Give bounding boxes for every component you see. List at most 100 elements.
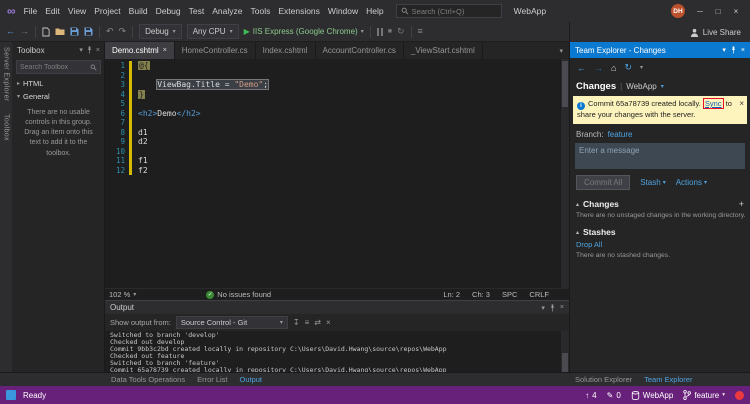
chevron-down-icon[interactable]: ▾ (640, 64, 643, 71)
menu-analyze[interactable]: Analyze (208, 6, 246, 16)
menu-project[interactable]: Project (90, 6, 124, 16)
menu-extensions[interactable]: Extensions (274, 6, 324, 16)
document-tab-strip: Demo.cshtml× HomeController.cs Index.csh… (105, 42, 569, 59)
notification-badge[interactable] (735, 391, 744, 400)
close-icon[interactable]: × (560, 304, 564, 311)
close-icon[interactable]: × (739, 98, 744, 110)
pin-icon[interactable] (549, 304, 556, 312)
document-list-icon[interactable]: ▾ (559, 47, 563, 55)
menu-build[interactable]: Build (125, 6, 152, 16)
word-wrap-icon[interactable]: ≡ (305, 318, 310, 327)
menu-file[interactable]: File (20, 6, 42, 16)
changes-section-header[interactable]: ▴ Changes + (570, 195, 750, 211)
editor-scrollbar[interactable] (560, 59, 569, 288)
drop-all-link[interactable]: Drop All (570, 239, 750, 251)
home-icon[interactable]: ⌂ (611, 63, 616, 73)
solution-config-dropdown[interactable]: Debug▾ (139, 24, 182, 39)
toggle-output-icon[interactable]: ⇄ (314, 318, 321, 327)
menu-tools[interactable]: Tools (246, 6, 274, 16)
tab-homecontroller-cs[interactable]: HomeController.cs (175, 42, 256, 59)
save-icon[interactable] (70, 27, 79, 36)
close-button[interactable]: × (727, 3, 745, 19)
clear-output-icon[interactable]: × (326, 318, 331, 327)
tab-output[interactable]: Output (234, 375, 269, 384)
branch-link[interactable]: feature (608, 130, 633, 139)
sidebar-tab-server-explorer[interactable]: Server Explorer (3, 47, 10, 102)
background-tasks-icon[interactable] (6, 390, 16, 400)
branch-indicator[interactable]: feature ▾ (683, 390, 725, 400)
tab-team-explorer[interactable]: Team Explorer (638, 375, 698, 384)
stashes-section-header[interactable]: ▴ Stashes (570, 223, 750, 239)
menu-window[interactable]: Window (324, 6, 362, 16)
toolbox-search-box[interactable] (16, 60, 101, 74)
quick-search-box[interactable] (396, 4, 502, 18)
close-icon[interactable]: × (163, 47, 167, 54)
sync-link[interactable]: Sync (703, 98, 724, 109)
menu-edit[interactable]: Edit (41, 6, 64, 16)
open-folder-icon[interactable] (55, 27, 65, 36)
toolbox-search-input[interactable] (20, 64, 88, 71)
chevron-down-icon[interactable]: ▾ (722, 46, 726, 54)
output-scrollbar[interactable] (561, 331, 569, 374)
live-share-button[interactable]: Live Share (703, 28, 741, 37)
stash-dropdown[interactable]: Stash▾ (640, 178, 665, 187)
line-ending: CRLF (529, 290, 549, 299)
commit-message-box[interactable]: Enter a message (575, 143, 745, 169)
back-icon[interactable]: ← (577, 63, 586, 73)
start-debugging-button[interactable]: ▶ IIS Express (Google Chrome) ▾ (244, 27, 364, 36)
tab-accountcontroller-cs[interactable]: AccountController.cs (316, 42, 404, 59)
zoom-dropdown[interactable]: 102 %▾ (109, 290, 136, 299)
scrollbar-thumb[interactable] (562, 61, 568, 107)
chevron-down-icon[interactable]: ▾ (661, 83, 664, 90)
pin-icon[interactable] (86, 46, 93, 54)
scroll-to-end-icon[interactable]: ↧ (293, 318, 300, 327)
stop-icon[interactable]: ■ (388, 28, 392, 35)
actions-dropdown[interactable]: Actions▾ (676, 178, 707, 187)
find-in-files-icon[interactable]: ≡ (418, 27, 423, 36)
new-file-icon[interactable] (42, 27, 50, 37)
navigate-back-icon[interactable]: ← (6, 27, 15, 36)
scrollbar-thumb[interactable] (562, 353, 568, 373)
restart-icon[interactable]: ↻ (397, 27, 405, 36)
save-all-icon[interactable] (84, 27, 93, 36)
undo-icon[interactable]: ↶ (106, 27, 114, 36)
output-log[interactable]: Switched to branch 'develop' Checked out… (105, 331, 569, 374)
commit-all-button[interactable]: Commit All (576, 175, 630, 190)
minimize-button[interactable]: ─ (691, 3, 709, 19)
menu-view[interactable]: View (64, 6, 90, 16)
line-number: 1 (105, 61, 127, 71)
document-health-indicator[interactable]: ✓No issues found (206, 290, 271, 299)
repository-indicator[interactable]: WebApp (631, 391, 674, 400)
navigate-forward-icon[interactable]: → (20, 27, 29, 36)
chevron-down-icon[interactable]: ▾ (79, 46, 83, 54)
toolbox-group-html[interactable]: ▸ HTML (13, 77, 104, 90)
break-all-icon[interactable] (377, 28, 383, 36)
tab-data-tools-operations[interactable]: Data Tools Operations (105, 375, 191, 384)
close-icon[interactable]: × (96, 47, 100, 54)
menu-debug[interactable]: Debug (152, 6, 185, 16)
tab-demo-cshtml[interactable]: Demo.cshtml× (105, 42, 175, 59)
menu-help[interactable]: Help (362, 6, 387, 16)
tab-error-list[interactable]: Error List (191, 375, 233, 384)
sidebar-tab-toolbox[interactable]: Toolbox (3, 114, 10, 141)
pin-icon[interactable] (730, 46, 737, 54)
chevron-down-icon[interactable]: ▾ (541, 304, 545, 312)
add-icon[interactable]: + (739, 200, 744, 209)
tab-viewstart-cshtml[interactable]: _ViewStart.cshtml (404, 42, 483, 59)
solution-platform-dropdown[interactable]: Any CPU▾ (187, 24, 239, 39)
outgoing-commits-indicator[interactable]: ↑4 (585, 391, 596, 400)
menu-test[interactable]: Test (185, 6, 209, 16)
pending-edits-indicator[interactable]: ✎0 (607, 391, 621, 400)
maximize-button[interactable]: □ (709, 3, 727, 19)
user-avatar[interactable]: DH (671, 4, 685, 18)
tab-solution-explorer[interactable]: Solution Explorer (569, 375, 638, 384)
output-source-dropdown[interactable]: Source Control - Git▾ (176, 316, 288, 329)
toolbox-group-general[interactable]: ▾ General (13, 90, 104, 103)
search-input[interactable] (412, 7, 497, 16)
refresh-icon[interactable]: ↻ (624, 62, 632, 73)
close-icon[interactable]: × (741, 47, 745, 54)
redo-icon[interactable]: ↷ (119, 27, 127, 36)
tab-index-cshtml[interactable]: Index.cshtml (256, 42, 316, 59)
code-editor[interactable]: 1 @{ 2 3 ViewBag.Title = "Demo"; 4 } 5 6 (105, 59, 569, 288)
forward-icon[interactable]: → (594, 63, 603, 73)
